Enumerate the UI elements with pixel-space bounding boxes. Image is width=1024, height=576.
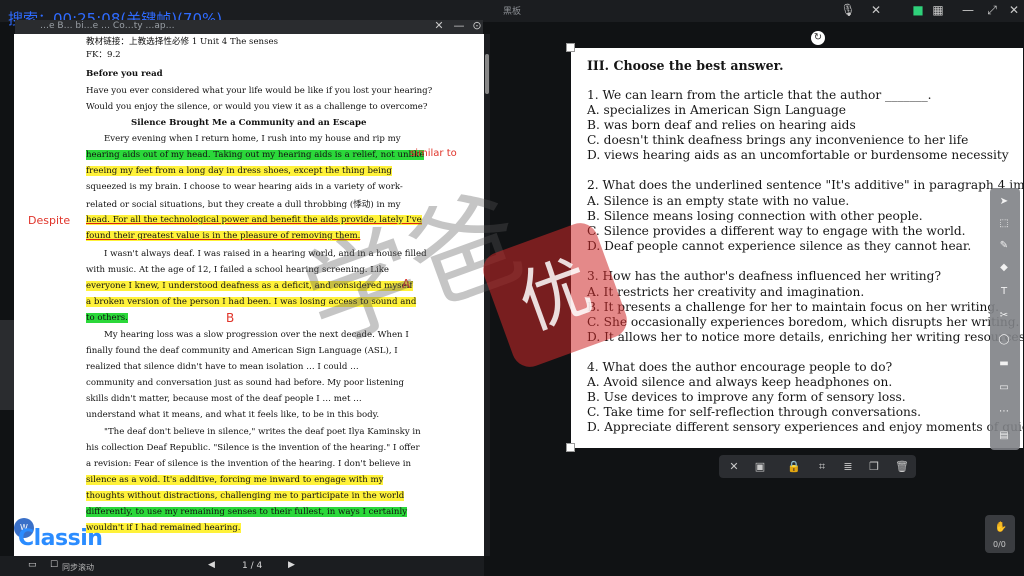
- shape-icon[interactable]: ◯: [996, 332, 1012, 348]
- article-line: community and conversation just as sound…: [86, 378, 405, 388]
- box-icon[interactable]: ▭: [996, 380, 1012, 396]
- article-line: thoughts without distractions, challengi…: [86, 491, 405, 501]
- close-icon[interactable]: ✕: [726, 459, 742, 475]
- article-line: freeing my feet from a long day in dress…: [86, 166, 392, 176]
- document-icon[interactable]: ▤: [996, 428, 1012, 444]
- question-line: B. Silence means losing connection with …: [587, 209, 923, 223]
- close-icon[interactable]: ✕: [432, 19, 446, 33]
- annotation-despite: Despite: [28, 214, 71, 227]
- classin-logo: Classin: [18, 526, 103, 551]
- sync-scroll-checkbox[interactable]: ☐: [50, 560, 58, 570]
- question-line: A. Avoid silence and always keep headpho…: [587, 375, 893, 389]
- question-line: 1. We can learn from the article that th…: [587, 88, 932, 102]
- image-icon[interactable]: ▣: [752, 459, 768, 475]
- intro-line: Have you ever considered what your life …: [86, 86, 433, 96]
- question-line: D. Appreciate different sensory experien…: [587, 420, 1023, 434]
- resize-handle[interactable]: [566, 43, 575, 52]
- question-line: C. doesn't think deafness brings any inc…: [587, 133, 969, 147]
- thumbnail-icon[interactable]: ▭: [28, 560, 37, 570]
- question-line: A. Silence is an empty state with no val…: [587, 194, 850, 208]
- pen-icon[interactable]: ✎: [996, 238, 1012, 254]
- section-heading: Before you read: [86, 69, 163, 79]
- crop-icon[interactable]: ⌗: [814, 459, 830, 475]
- article-line: skills didn't matter, because most of th…: [86, 394, 362, 404]
- annotation-mark-b: B: [226, 311, 235, 325]
- article-line: wouldn't if I had remained hearing.: [86, 523, 241, 533]
- scrollbar-thumb[interactable]: [485, 54, 489, 94]
- trash-icon[interactable]: 🗑: [894, 459, 910, 475]
- hand-icon: ✋: [994, 522, 1008, 533]
- copy-icon[interactable]: ❐: [866, 459, 882, 475]
- article-line: realized that silence didn't have to mea…: [86, 362, 359, 372]
- article-line: differently, to use my remaining senses …: [86, 507, 408, 517]
- minimize-icon[interactable]: —: [960, 2, 976, 18]
- scissors-icon[interactable]: ✂: [996, 308, 1012, 324]
- question-line: A. It restricts her creativity and imagi…: [587, 285, 865, 299]
- article-line: a revision: Fear of silence is the inven…: [86, 459, 412, 469]
- question-line: 3. How has the author's deafness influen…: [587, 269, 941, 283]
- speaker-muted-icon[interactable]: ✕: [868, 2, 884, 18]
- question-line: C. She occasionally experiences boredom,…: [587, 315, 1020, 329]
- document-title: …e B… bi…e … Co…ty …ap…: [40, 21, 175, 31]
- text-icon[interactable]: T: [996, 284, 1012, 300]
- intro-line: Would you enjoy the silence, or would yo…: [86, 102, 428, 112]
- sync-scroll-label: 同步滚动: [62, 563, 94, 572]
- doc-header-line: 教材链接：上教选择性必修 1 Unit 4 The senses: [86, 37, 278, 47]
- question-line: 2. What does the underlined sentence "It…: [587, 178, 1023, 192]
- question-line: C. Take time for self-reflection through…: [587, 405, 922, 419]
- question-line: A. specializes in American Sign Language: [587, 103, 847, 117]
- article-line: to others.: [86, 313, 128, 323]
- question-line: D. It allows her to notice more details,…: [587, 330, 1023, 344]
- microphone-icon[interactable]: 🎙: [840, 2, 856, 18]
- article-line: understand what it means, and what it fe…: [86, 410, 380, 420]
- question-panel: III. Choose the best answer. 1. We can l…: [571, 48, 1023, 448]
- article-line: "The deaf don't believe in silence," wri…: [104, 427, 421, 437]
- pointer-icon[interactable]: ➤: [996, 194, 1012, 210]
- question-line: D. Deaf people cannot experience silence…: [587, 239, 972, 253]
- question-heading: III. Choose the best answer.: [587, 58, 784, 73]
- close-icon[interactable]: ✕: [1006, 2, 1022, 18]
- question-line: 4. What does the author encourage people…: [587, 360, 893, 374]
- grid-icon[interactable]: ▦: [930, 2, 946, 18]
- article-line: Every evening when I return home, I rush…: [104, 134, 401, 144]
- article-line: his collection Deaf Republic. "Silence i…: [86, 443, 420, 453]
- question-line: D. views hearing aids as an uncomfortabl…: [587, 148, 1009, 162]
- select-icon[interactable]: ⬚: [996, 216, 1012, 232]
- doc-header-line: FK：9.2: [86, 50, 121, 60]
- fullscreen-icon[interactable]: ⤢: [984, 2, 1000, 18]
- prev-page-icon[interactable]: ◀: [208, 560, 215, 570]
- resize-handle[interactable]: [566, 443, 575, 452]
- next-page-icon[interactable]: ▶: [288, 560, 295, 570]
- question-line: C. Silence provides a different way to e…: [587, 224, 966, 238]
- question-line: B. Use devices to improve any form of se…: [587, 390, 906, 404]
- eraser-icon[interactable]: ◆: [996, 260, 1012, 276]
- more-icon[interactable]: ⋯: [996, 404, 1012, 420]
- article-line: silence as a void. It's additive, forcin…: [86, 475, 384, 485]
- page-indicator: 1 / 4: [242, 561, 263, 571]
- pin-icon[interactable]: ⊙: [470, 19, 484, 33]
- article-line: squeezed is my brain. I choose to wear h…: [86, 182, 403, 192]
- layers-icon[interactable]: ≣: [840, 459, 856, 475]
- board-title: 黑板: [503, 7, 522, 17]
- question-line: B. It presents a challenge for her to ma…: [587, 300, 1000, 314]
- tray-icon[interactable]: ▬: [996, 356, 1012, 372]
- article-line: hearing aids out of my head. Taking out …: [86, 150, 425, 160]
- side-strip: [0, 320, 14, 410]
- article-title: Silence Brought Me a Community and an Es…: [131, 118, 367, 128]
- counter-text: 0/0: [993, 540, 1006, 549]
- minimize-icon[interactable]: —: [452, 19, 466, 33]
- question-line: B. was born deaf and relies on hearing a…: [587, 118, 856, 132]
- rotate-icon[interactable]: ↻: [811, 31, 825, 45]
- annotation-similar-to: similar to: [410, 148, 457, 159]
- camera-icon[interactable]: ■: [910, 2, 926, 18]
- lock-icon[interactable]: 🔒: [786, 459, 802, 475]
